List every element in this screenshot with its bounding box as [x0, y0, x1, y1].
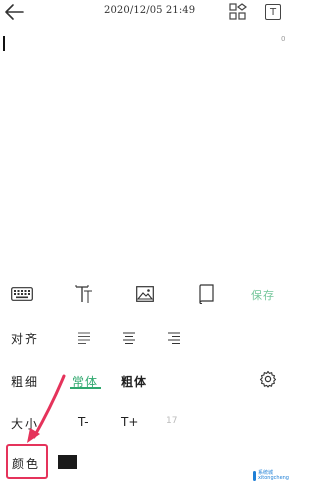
color-label[interactable]: 颜色	[12, 455, 40, 472]
top-bar: 2020/12/05 21:49 T	[0, 0, 291, 26]
keyboard-icon	[11, 287, 33, 301]
back-arrow-icon[interactable]	[3, 2, 25, 22]
notebook-icon	[199, 284, 214, 304]
align-label: 对齐	[11, 332, 40, 346]
gear-icon[interactable]	[259, 370, 277, 388]
font-style-icon	[75, 285, 92, 303]
watermark-line2: xitongcheng	[257, 475, 289, 481]
editor-toolbar	[0, 282, 291, 306]
text-mode-label: T	[269, 6, 277, 18]
size-decrease-button[interactable]: T-	[78, 415, 89, 429]
weight-label: 粗细	[11, 375, 40, 389]
weight-bold-option[interactable]: 粗体	[121, 373, 147, 390]
layout-grid-icon[interactable]	[229, 3, 247, 21]
watermark: 系统城 xitongcheng	[253, 467, 289, 485]
text-cursor	[3, 36, 5, 51]
weight-selected-indicator	[70, 387, 101, 389]
align-center-icon[interactable]	[122, 331, 136, 345]
image-icon	[136, 286, 154, 302]
note-datetime: 2020/12/05 21:49	[104, 5, 196, 16]
watermark-logo-icon	[253, 471, 256, 481]
note-editor[interactable]: 0	[0, 28, 291, 268]
color-swatch[interactable]	[58, 455, 77, 469]
align-left-icon[interactable]	[77, 331, 91, 345]
current-size-value: 17	[166, 416, 178, 426]
align-right-icon[interactable]	[167, 331, 181, 345]
text-mode-button[interactable]: T	[265, 4, 281, 20]
size-label: 大小	[11, 417, 40, 431]
notebook-button[interactable]	[195, 282, 219, 306]
save-button[interactable]: 保存	[251, 287, 275, 303]
font-style-button[interactable]	[72, 282, 96, 306]
keyboard-button[interactable]	[10, 282, 34, 306]
size-increase-button[interactable]: T+	[121, 415, 138, 429]
insert-image-button[interactable]	[133, 282, 157, 306]
char-count: 0	[281, 35, 286, 43]
